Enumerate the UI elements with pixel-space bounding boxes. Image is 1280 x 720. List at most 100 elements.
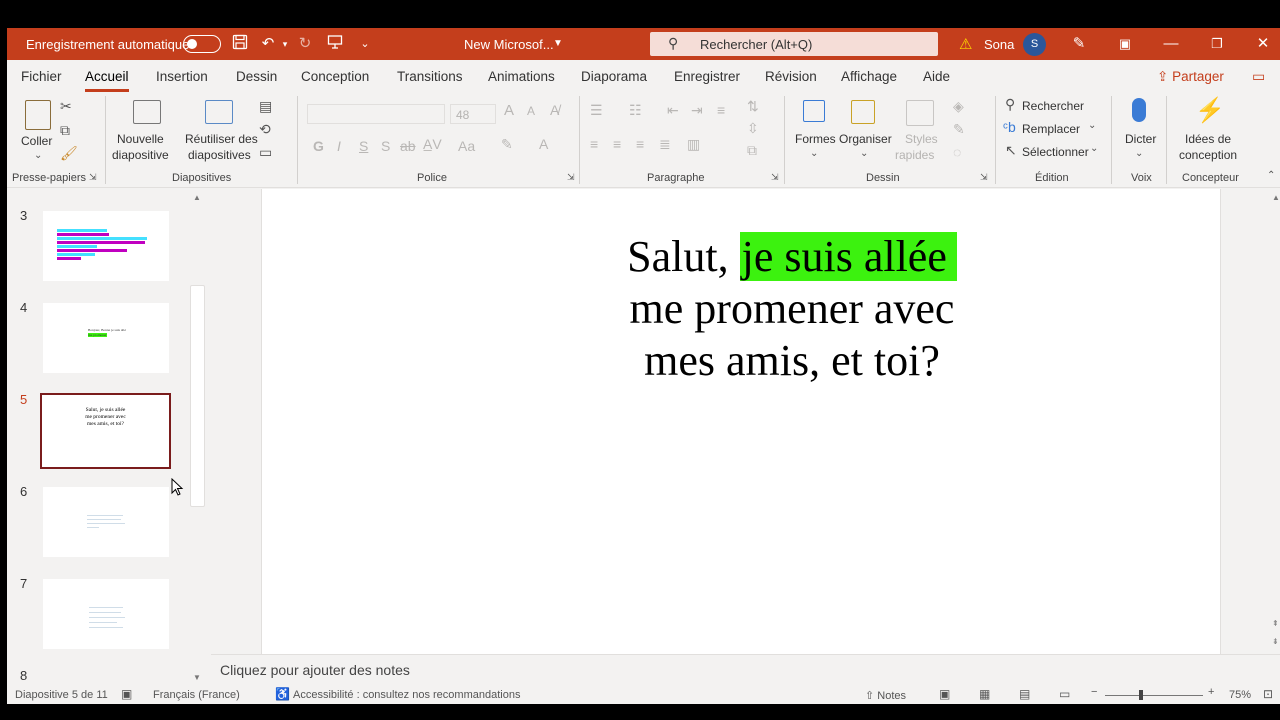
share-button[interactable]: ⇪ Partager bbox=[1157, 69, 1224, 85]
slide-thumbnail-5[interactable]: Salut, je suis allée me promener avec me… bbox=[40, 393, 171, 469]
highlight-icon[interactable]: ✎ bbox=[501, 136, 513, 153]
design-ideas-label-1[interactable]: Idées de bbox=[1185, 132, 1231, 147]
replace-label[interactable]: Remplacer bbox=[1022, 122, 1080, 136]
shrink-font-icon[interactable]: A bbox=[527, 104, 535, 118]
tab-fichier[interactable]: Fichier bbox=[21, 69, 62, 84]
strikethrough-icon[interactable]: ab bbox=[400, 138, 416, 154]
font-launcher-icon[interactable]: ⇲ bbox=[567, 172, 575, 183]
spellcheck-icon[interactable]: ▣ bbox=[121, 687, 132, 701]
slide-thumbnail-3[interactable] bbox=[43, 211, 169, 281]
find-icon[interactable]: ⚲ bbox=[1005, 96, 1015, 113]
increase-indent-icon[interactable]: ⇥ bbox=[691, 102, 703, 119]
bullets-icon[interactable]: ☰ bbox=[590, 102, 603, 119]
slide-scrollbar[interactable]: ▲ ⇞ ⇟ bbox=[1270, 189, 1280, 654]
close-icon[interactable]: ✕ bbox=[1253, 34, 1273, 54]
new-slide-label-1[interactable]: Nouvelle bbox=[117, 132, 164, 147]
tab-aide[interactable]: Aide bbox=[923, 69, 950, 84]
reuse-slides-label-2[interactable]: diapositives bbox=[188, 148, 251, 163]
line-spacing-icon[interactable]: ≡ bbox=[717, 102, 725, 118]
tab-revision[interactable]: Révision bbox=[765, 69, 817, 84]
paragraph-launcher-icon[interactable]: ⇲ bbox=[771, 172, 779, 183]
slide-thumbnail-6[interactable] bbox=[43, 487, 169, 557]
slide-thumbnail-4[interactable]: Bonjour, Bonne je suis allé me promener bbox=[43, 303, 169, 373]
font-size-field[interactable]: 48 bbox=[450, 104, 496, 124]
design-ideas-label-2[interactable]: conception bbox=[1179, 148, 1237, 163]
shapes-dropdown-icon[interactable]: ⌄ bbox=[810, 148, 818, 159]
slide-sorter-icon[interactable]: ▦ bbox=[979, 687, 990, 701]
align-text-icon[interactable]: ⇳ bbox=[747, 120, 759, 137]
thumbnails-scrollbar[interactable]: ▲ ▼ bbox=[189, 189, 206, 684]
slide-canvas[interactable]: Salut, je suis allée me promener avec me… bbox=[261, 189, 1221, 654]
smartart-icon[interactable]: ⧉ bbox=[747, 142, 757, 159]
clipboard-launcher-icon[interactable]: ⇲ bbox=[89, 172, 97, 183]
font-color-icon[interactable]: A bbox=[539, 136, 548, 152]
tab-dessin[interactable]: Dessin bbox=[236, 69, 277, 84]
language-status[interactable]: Français (France) bbox=[153, 689, 240, 701]
tab-animations[interactable]: Animations bbox=[488, 69, 555, 84]
select-label[interactable]: Sélectionner bbox=[1022, 145, 1089, 159]
italic-icon[interactable]: I bbox=[337, 138, 341, 154]
fit-to-window-icon[interactable]: ⊡ bbox=[1263, 687, 1273, 701]
normal-view-icon[interactable]: ▣ bbox=[939, 687, 950, 701]
decrease-indent-icon[interactable]: ⇤ bbox=[667, 102, 679, 119]
new-slide-icon[interactable] bbox=[133, 100, 161, 124]
slideshow-icon[interactable]: ▭ bbox=[1059, 687, 1070, 701]
scroll-down-icon[interactable]: ▼ bbox=[193, 673, 201, 682]
design-ideas-icon[interactable]: ⚡ bbox=[1195, 96, 1225, 125]
reuse-slides-icon[interactable] bbox=[205, 100, 233, 124]
redo-icon[interactable]: ↻ bbox=[295, 34, 315, 54]
tab-insertion[interactable]: Insertion bbox=[156, 69, 208, 84]
paste-label[interactable]: Coller bbox=[21, 134, 52, 149]
numbering-icon[interactable]: ☷ bbox=[629, 102, 642, 119]
tab-conception[interactable]: Conception bbox=[301, 69, 369, 84]
reuse-slides-label-1[interactable]: Réutiliser des bbox=[185, 132, 258, 147]
save-icon[interactable] bbox=[230, 34, 250, 54]
shapes-icon[interactable] bbox=[803, 100, 825, 122]
tab-affichage[interactable]: Affichage bbox=[841, 69, 897, 84]
present-icon[interactable] bbox=[325, 34, 345, 54]
collapse-ribbon-icon[interactable]: ⌃ bbox=[1267, 170, 1275, 181]
reading-view-icon[interactable]: ▤ bbox=[1019, 687, 1030, 701]
zoom-slider[interactable] bbox=[1105, 695, 1203, 696]
align-center-icon[interactable]: ≡ bbox=[613, 136, 621, 152]
copy-icon[interactable]: ⧉ bbox=[60, 122, 70, 139]
replace-dropdown-icon[interactable]: ⌄ bbox=[1088, 120, 1096, 131]
title-dropdown-icon[interactable]: ▼ bbox=[553, 38, 563, 49]
zoom-slider-thumb[interactable] bbox=[1139, 690, 1143, 700]
find-label[interactable]: Rechercher bbox=[1022, 99, 1084, 113]
underline-icon[interactable]: S bbox=[359, 138, 368, 154]
new-slide-label-2[interactable]: diapositive bbox=[112, 148, 169, 163]
microphone-icon[interactable] bbox=[1132, 98, 1146, 122]
user-name[interactable]: Sona bbox=[984, 37, 1014, 52]
slide-thumbnail-7[interactable] bbox=[43, 579, 169, 649]
shape-outline-icon[interactable]: ✎ bbox=[953, 121, 965, 138]
scrollbar-thumb[interactable] bbox=[190, 285, 205, 507]
shapes-label[interactable]: Formes bbox=[795, 132, 836, 147]
arrange-dropdown-icon[interactable]: ⌄ bbox=[860, 148, 868, 159]
accessibility-icon[interactable]: ♿ bbox=[275, 687, 290, 701]
shape-fill-icon[interactable]: ◈ bbox=[953, 98, 964, 115]
bold-icon[interactable]: G bbox=[313, 138, 324, 154]
document-title[interactable]: New Microsof... bbox=[464, 37, 554, 52]
font-name-field[interactable] bbox=[307, 104, 445, 124]
shape-effects-icon[interactable]: ◌ bbox=[953, 144, 961, 160]
ribbon-display-icon[interactable]: ▣ bbox=[1115, 34, 1135, 54]
quick-styles-icon[interactable] bbox=[906, 100, 934, 126]
tab-transitions[interactable]: Transitions bbox=[397, 69, 463, 84]
pen-icon[interactable]: ✎ bbox=[1069, 34, 1089, 54]
avatar[interactable]: S bbox=[1023, 33, 1046, 56]
next-slide-icon[interactable]: ⇟ bbox=[1272, 637, 1279, 646]
dictate-label[interactable]: Dicter bbox=[1125, 132, 1156, 147]
search-box[interactable]: ⚲ Rechercher (Alt+Q) bbox=[650, 32, 938, 56]
arrange-icon[interactable] bbox=[851, 100, 875, 124]
zoom-out-icon[interactable]: − bbox=[1091, 686, 1097, 698]
tab-accueil[interactable]: Accueil bbox=[85, 69, 129, 92]
char-spacing-icon[interactable]: A̲V bbox=[423, 136, 442, 152]
align-right-icon[interactable]: ≡ bbox=[636, 136, 644, 152]
change-case-icon[interactable]: Aa bbox=[458, 138, 475, 154]
tab-enregistrer[interactable]: Enregistrer bbox=[674, 69, 740, 84]
paste-dropdown-icon[interactable]: ⌄ bbox=[34, 150, 42, 161]
previous-slide-icon[interactable]: ⇞ bbox=[1272, 619, 1279, 628]
replace-icon[interactable]: ᶜb bbox=[1003, 119, 1016, 135]
restore-icon[interactable]: ❐ bbox=[1207, 34, 1227, 54]
